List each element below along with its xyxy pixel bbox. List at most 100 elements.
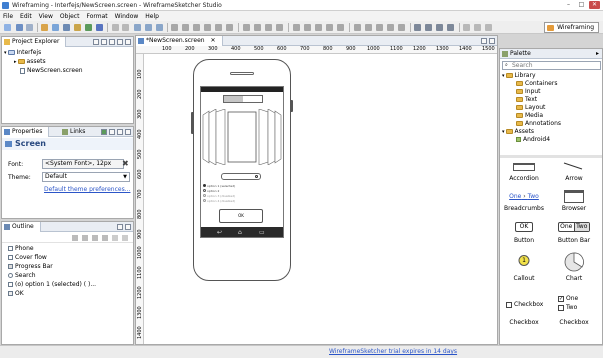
tab-outline[interactable]: Outline [2,222,41,232]
zoom-out-icon[interactable] [425,24,432,31]
minimize-icon[interactable] [117,224,123,230]
match-width-icon[interactable] [265,24,272,31]
outline-item-ok[interactable]: OK [8,290,24,298]
menu-object[interactable]: Object [60,13,80,20]
forward-icon[interactable] [474,24,481,31]
palette-search[interactable]: ⌕ Search [502,61,601,70]
ok-button[interactable]: OK [219,209,263,223]
palette-splitter[interactable] [500,155,602,158]
distribute-h-icon[interactable] [243,24,250,31]
menu-help[interactable]: Help [145,13,159,20]
copy-icon[interactable] [145,24,152,31]
trial-expiry-link[interactable]: WireframeSketcher trial expires in 14 da… [329,348,457,355]
menu-format[interactable]: Format [86,13,107,20]
radio-option[interactable]: option 4 (disabled) [203,199,235,204]
zoom-actual-icon[interactable] [447,24,454,31]
match-height-icon[interactable] [276,24,283,31]
maximize-button[interactable]: □ [576,1,587,9]
wireframe-canvas[interactable]: option 1 (selected) option 2 option 3 (d… [145,55,497,344]
close-window-button[interactable]: ✕ [589,1,600,9]
align-bottom-icon[interactable] [226,24,233,31]
palette-item-chart[interactable]: Chart [550,251,598,285]
collapsed-arrow-icon[interactable]: ▸ [14,59,17,65]
theme-preferences-link[interactable]: Default theme preferences... [44,186,130,193]
palette-tree-assets[interactable]: ▾ Assets [502,128,534,136]
expand-icon[interactable] [122,235,128,241]
paste-icon[interactable] [156,24,163,31]
font-field[interactable]: <System Font>, 12px [42,159,124,169]
align-middle-icon[interactable] [215,24,222,31]
minimize-icon[interactable] [117,129,123,135]
save-all-icon[interactable] [26,24,33,31]
maximize-icon[interactable] [125,129,131,135]
debug-icon[interactable] [96,24,103,31]
link-editor-icon[interactable] [101,39,107,45]
send-back-icon[interactable] [304,24,311,31]
italic-icon[interactable] [365,24,372,31]
run-icon[interactable] [85,24,92,31]
zoom-fit-icon[interactable] [436,24,443,31]
group-icon[interactable] [315,24,322,31]
history-icon[interactable] [485,24,492,31]
minimize-button[interactable]: – [563,1,574,9]
tree-item-assets[interactable]: ▸ assets [14,58,46,66]
tab-links[interactable]: Links [60,127,89,137]
collapse-icon[interactable] [112,235,118,241]
phone-frame[interactable]: option 1 (selected) option 2 option 3 (d… [191,59,293,281]
collapse-all-icon[interactable] [93,39,99,45]
save-icon[interactable] [16,24,23,31]
redo-icon[interactable] [122,24,129,31]
palette-tree-containers[interactable]: Containers [516,80,557,88]
palette-item-buttonbar[interactable]: One Two Button Bar [550,221,598,247]
show-icon[interactable] [92,235,98,241]
menu-file[interactable]: File [3,13,13,20]
outline-item-phone[interactable]: Phone [8,245,34,253]
tree-item-newscreen[interactable]: NewScreen.screen [20,67,83,75]
export-icon[interactable] [63,24,70,31]
maximize-icon[interactable] [489,38,495,44]
palette-item-arrow[interactable]: Arrow [550,159,598,185]
clear-font-icon[interactable]: ✖ [122,159,129,168]
palette-item-callout[interactable]: 1 Callout [500,251,548,285]
tab-project-explorer[interactable]: Project Explorer [2,37,67,47]
hide-icon[interactable] [102,235,108,241]
outline-item-coverflow[interactable]: Cover flow [8,254,47,262]
back-icon[interactable] [463,24,470,31]
expanded-arrow-icon[interactable]: ▾ [502,129,505,135]
pin-icon[interactable] [101,129,107,135]
outline-item-search[interactable]: Search [8,272,36,280]
font-size-icon[interactable] [387,24,394,31]
expanded-arrow-icon[interactable]: ▾ [502,73,505,79]
bold-icon[interactable] [354,24,361,31]
palette-item-browser[interactable]: Browser [550,189,598,215]
minimize-icon[interactable] [117,39,123,45]
move-down-icon[interactable] [82,235,88,241]
palette-item-accordion[interactable]: Accordion [500,159,548,185]
zoom-in-icon[interactable] [414,24,421,31]
close-tab-icon[interactable]: ✕ [211,37,216,44]
maximize-icon[interactable] [125,39,131,45]
menu-view[interactable]: View [39,13,53,20]
cut-icon[interactable] [134,24,141,31]
maximize-icon[interactable] [125,224,131,230]
cover-flow[interactable] [201,109,283,165]
menu-edit[interactable]: Edit [20,13,32,20]
distribute-v-icon[interactable] [254,24,261,31]
search-field[interactable] [221,173,261,180]
ungroup-icon[interactable] [326,24,333,31]
lock-icon[interactable] [337,24,344,31]
palette-item-checkbox[interactable]: Checkbox Checkbox [500,294,548,330]
underline-icon[interactable] [376,24,383,31]
palette-item-breadcrumbs[interactable]: One › Two Breadcrumbs [500,189,548,215]
align-center-icon[interactable] [182,24,189,31]
perspective-switcher[interactable]: Wireframing [544,22,599,33]
move-up-icon[interactable] [72,235,78,241]
expanded-arrow-icon[interactable]: ▾ [4,50,7,56]
new-icon[interactable] [4,24,11,31]
bring-front-icon[interactable] [293,24,300,31]
open-folder-icon[interactable] [41,24,48,31]
image-icon[interactable] [74,24,81,31]
tree-item-project[interactable]: ▾ Interfejs [4,49,41,57]
palette-item-checkbox-group[interactable]: ✓ One Two Checkbox [550,294,598,330]
view-menu-icon[interactable] [109,39,115,45]
